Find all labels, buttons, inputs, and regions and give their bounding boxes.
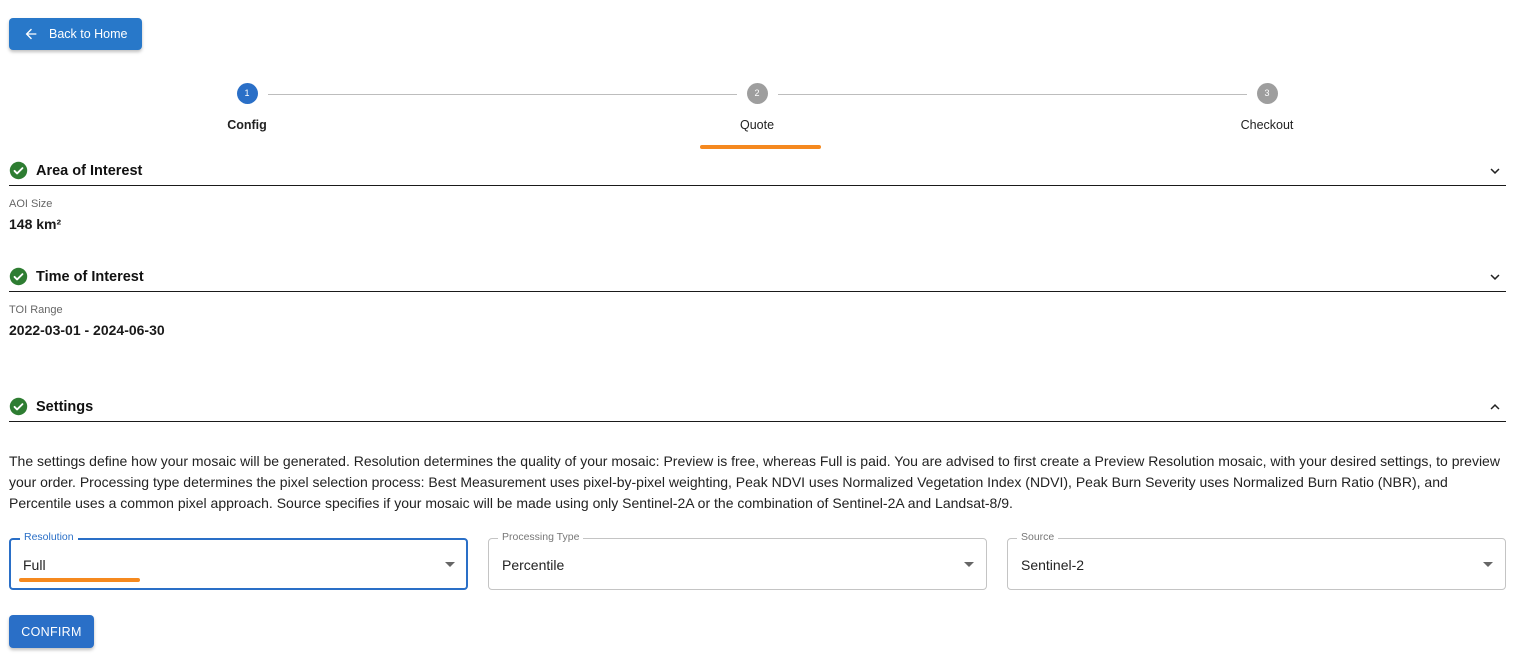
check-circle-icon bbox=[9, 397, 28, 416]
step-number: 1 bbox=[236, 83, 258, 104]
stepper: 1 Config 2 Quote 3 Checkout bbox=[0, 83, 1516, 143]
source-value: Sentinel-2 bbox=[1021, 557, 1085, 573]
step-quote[interactable]: 2 Quote bbox=[697, 83, 817, 132]
step-number: 2 bbox=[746, 83, 768, 104]
annotation-underline bbox=[19, 578, 140, 582]
toi-range-value: 2022-03-01 - 2024-06-30 bbox=[9, 322, 165, 338]
confirm-button[interactable]: CONFIRM bbox=[9, 615, 94, 648]
check-circle-icon bbox=[9, 161, 28, 180]
chevron-down-icon[interactable] bbox=[1486, 268, 1504, 286]
section-header-settings[interactable]: Settings bbox=[9, 392, 1506, 422]
source-label: Source bbox=[1017, 531, 1059, 543]
step-config[interactable]: 1 Config bbox=[187, 83, 307, 132]
dropdown-arrow-icon bbox=[1483, 562, 1493, 567]
back-to-home-label: Back to Home bbox=[49, 27, 128, 41]
step-connector bbox=[268, 94, 737, 95]
back-to-home-button[interactable]: Back to Home bbox=[9, 18, 142, 50]
section-header-time-of-interest[interactable]: Time of Interest bbox=[9, 262, 1506, 292]
resolution-select[interactable]: Resolution Full bbox=[9, 531, 468, 590]
processing-type-label: Processing Type bbox=[498, 531, 584, 543]
chevron-up-icon[interactable] bbox=[1486, 398, 1504, 416]
section-header-area-of-interest[interactable]: Area of Interest bbox=[9, 156, 1506, 186]
aoi-size-label: AOI Size bbox=[9, 198, 53, 210]
dropdown-arrow-icon bbox=[445, 562, 455, 567]
step-label: Checkout bbox=[1240, 118, 1294, 132]
check-circle-icon bbox=[9, 267, 28, 286]
step-checkout[interactable]: 3 Checkout bbox=[1207, 83, 1327, 132]
arrow-left-icon bbox=[25, 28, 37, 40]
section-title: Area of Interest bbox=[36, 162, 143, 179]
section-title: Time of Interest bbox=[36, 268, 144, 285]
toi-range-label: TOI Range bbox=[9, 304, 63, 316]
step-connector bbox=[778, 94, 1247, 95]
source-select[interactable]: Source Sentinel-2 bbox=[1007, 531, 1506, 590]
step-number: 3 bbox=[1256, 83, 1278, 104]
resolution-value: Full bbox=[23, 557, 46, 573]
settings-description: The settings define how your mosaic will… bbox=[9, 453, 1500, 511]
resolution-label: Resolution bbox=[20, 531, 78, 543]
annotation-underline bbox=[700, 145, 821, 149]
aoi-size-value: 148 km² bbox=[9, 216, 62, 232]
dropdown-arrow-icon bbox=[964, 562, 974, 567]
step-label: Quote bbox=[739, 118, 775, 132]
step-label: Config bbox=[227, 118, 267, 132]
section-title: Settings bbox=[36, 398, 94, 415]
processing-type-value: Percentile bbox=[502, 557, 565, 573]
processing-type-select[interactable]: Processing Type Percentile bbox=[488, 531, 987, 590]
chevron-down-icon[interactable] bbox=[1486, 162, 1504, 180]
